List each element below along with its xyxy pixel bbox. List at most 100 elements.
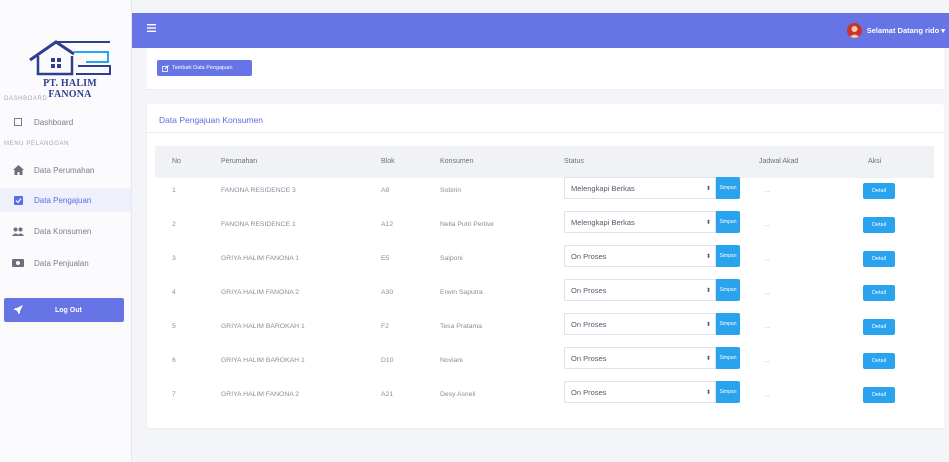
- select-arrow-icon: ⬍: [705, 288, 711, 294]
- cell-jadwal-akad: --: [765, 291, 770, 298]
- cell-no: 6: [172, 357, 176, 364]
- cell-no: 2: [172, 221, 176, 228]
- cell-konsumen: Erwin Saputra: [440, 289, 483, 296]
- th-blok: Blok: [381, 158, 395, 165]
- cell-perumahan: GRIYA HALIM FANONA 2: [221, 289, 300, 296]
- cell-blok: A12: [381, 221, 394, 228]
- edit-icon: [162, 64, 169, 72]
- cell-no: 4: [172, 289, 176, 296]
- detail-button[interactable]: Detail: [863, 217, 895, 233]
- cell-no: 3: [172, 255, 176, 262]
- status-select[interactable]: On Proses ⬍: [564, 381, 716, 403]
- logout-button[interactable]: Log Out: [4, 298, 124, 322]
- cell-jadwal-akad: --: [765, 359, 770, 366]
- detail-button[interactable]: Detail: [863, 353, 895, 369]
- detail-button[interactable]: Detail: [863, 387, 895, 403]
- detail-button[interactable]: Detail: [863, 183, 895, 199]
- company-logo[interactable]: PT. HALIM FANONA: [26, 38, 114, 100]
- cell-jadwal-akad: --: [765, 393, 770, 400]
- th-no: No: [172, 158, 181, 165]
- th-aksi: Aksi: [868, 158, 882, 165]
- sidebar-item-label: Data Perumahan: [34, 165, 95, 175]
- sidebar-item-data-perumahan[interactable]: Data Perumahan: [0, 158, 131, 182]
- status-value: Melengkapi Berkas: [571, 184, 635, 193]
- select-arrow-icon: ⬍: [705, 390, 711, 396]
- logout-label: Log Out: [55, 306, 82, 314]
- cell-perumahan: GRIYA HALIM BAROKAH 1: [221, 323, 305, 330]
- detail-button[interactable]: Detail: [863, 251, 895, 267]
- select-arrow-icon: ⬍: [705, 254, 711, 260]
- status-select[interactable]: On Proses ⬍: [564, 245, 716, 267]
- th-jadwal-akad: Jadwal Akad: [759, 158, 799, 165]
- cell-jadwal-akad: --: [765, 257, 770, 264]
- table-row: 3 GRIYA HALIM FANONA 1 E5 Salponi On Pro…: [155, 242, 934, 275]
- users-icon: [12, 225, 24, 237]
- page-toolbar: Tambah Data Pengajuan: [147, 48, 944, 90]
- cell-perumahan: FANONA RESIDENCE 3: [221, 187, 296, 194]
- divider: [147, 132, 944, 133]
- sidebar-item-label: Data Konsumen: [34, 226, 92, 236]
- user-menu[interactable]: Selamat Datang rido ▾: [846, 23, 945, 38]
- cell-jadwal-akad: --: [765, 223, 770, 230]
- select-arrow-icon: ⬍: [705, 220, 711, 226]
- money-icon: [12, 257, 24, 269]
- cell-blok: F2: [381, 323, 389, 330]
- select-arrow-icon: ⬍: [705, 356, 711, 362]
- status-value: On Proses: [571, 252, 607, 261]
- simpan-button[interactable]: Simpan: [716, 313, 740, 335]
- cell-konsumen: Desy Asneli: [440, 391, 476, 398]
- status-value: On Proses: [571, 286, 607, 295]
- sidebar-section-dashboard: DASHBOARD: [4, 96, 48, 102]
- cell-jadwal-akad: --: [765, 325, 770, 332]
- house-logo-icon: [29, 40, 111, 76]
- status-select[interactable]: On Proses ⬍: [564, 347, 716, 369]
- sidebar-item-label: Data Pengajuan: [34, 195, 92, 205]
- pengajuan-card: Data Pengajuan Konsumen No Perumahan Blo…: [147, 104, 944, 428]
- table-row: 1 FANONA RESIDENCE 3 A8 Sobirin Melengka…: [155, 174, 934, 207]
- table-row: 4 GRIYA HALIM FANONA 2 A30 Erwin Saputra…: [155, 276, 934, 309]
- select-arrow-icon: ⬍: [705, 186, 711, 192]
- sidebar-item-label: Dashboard: [34, 117, 74, 127]
- simpan-button[interactable]: Simpan: [716, 279, 740, 301]
- status-select[interactable]: On Proses ⬍: [564, 313, 716, 335]
- sidebar-item-data-penjualan[interactable]: Data Penjualan: [0, 251, 131, 275]
- status-select[interactable]: On Proses ⬍: [564, 279, 716, 301]
- status-select[interactable]: Melengkapi Berkas ⬍: [564, 211, 716, 233]
- th-konsumen: Konsumen: [440, 158, 474, 165]
- simpan-button[interactable]: Simpan: [716, 381, 740, 403]
- cell-blok: A30: [381, 289, 394, 296]
- simpan-button[interactable]: Simpan: [716, 347, 740, 369]
- cell-konsumen: Salponi: [440, 255, 463, 262]
- detail-button[interactable]: Detail: [863, 285, 895, 301]
- table-row: 6 GRIYA HALIM BAROKAH 1 D10 Noviani On P…: [155, 344, 934, 377]
- cell-perumahan: GRIYA HALIM BAROKAH 1: [221, 357, 305, 364]
- select-arrow-icon: ⬍: [705, 322, 711, 328]
- status-select[interactable]: Melengkapi Berkas ⬍: [564, 177, 716, 199]
- sidebar-item-data-konsumen[interactable]: Data Konsumen: [0, 219, 131, 243]
- cell-konsumen: Nella Putri Pertiwi: [440, 221, 494, 228]
- hamburger-menu-icon[interactable]: [147, 24, 156, 34]
- sidebar-item-data-pengajuan[interactable]: Data Pengajuan: [0, 188, 131, 212]
- add-pengajuan-label: Tambah Data Pengajuan: [172, 65, 233, 71]
- cell-jadwal-akad: --: [765, 189, 770, 196]
- table-row: 2 FANONA RESIDENCE 1 A12 Nella Putri Per…: [155, 208, 934, 241]
- cell-perumahan: GRIYA HALIM FANONA 1: [221, 255, 300, 262]
- cell-konsumen: Noviani: [440, 357, 463, 364]
- simpan-button[interactable]: Simpan: [716, 245, 740, 267]
- sidebar-item-dashboard[interactable]: Dashboard: [0, 110, 131, 134]
- card-title: Data Pengajuan Konsumen: [159, 115, 263, 125]
- detail-button[interactable]: Detail: [863, 319, 895, 335]
- check-square-icon: [12, 194, 24, 206]
- cell-blok: E5: [381, 255, 390, 262]
- cell-blok: A21: [381, 391, 394, 398]
- cell-konsumen: Tesa Pratama: [440, 323, 482, 330]
- chevron-down-icon: ▾: [941, 26, 945, 35]
- simpan-button[interactable]: Simpan: [716, 211, 740, 233]
- cell-blok: A8: [381, 187, 390, 194]
- cell-perumahan: FANONA RESIDENCE 1: [221, 221, 296, 228]
- status-value: On Proses: [571, 320, 607, 329]
- simpan-button[interactable]: Simpan: [716, 177, 740, 199]
- add-pengajuan-button[interactable]: Tambah Data Pengajuan: [157, 60, 252, 76]
- home-icon: [12, 164, 24, 176]
- cell-no: 7: [172, 391, 176, 398]
